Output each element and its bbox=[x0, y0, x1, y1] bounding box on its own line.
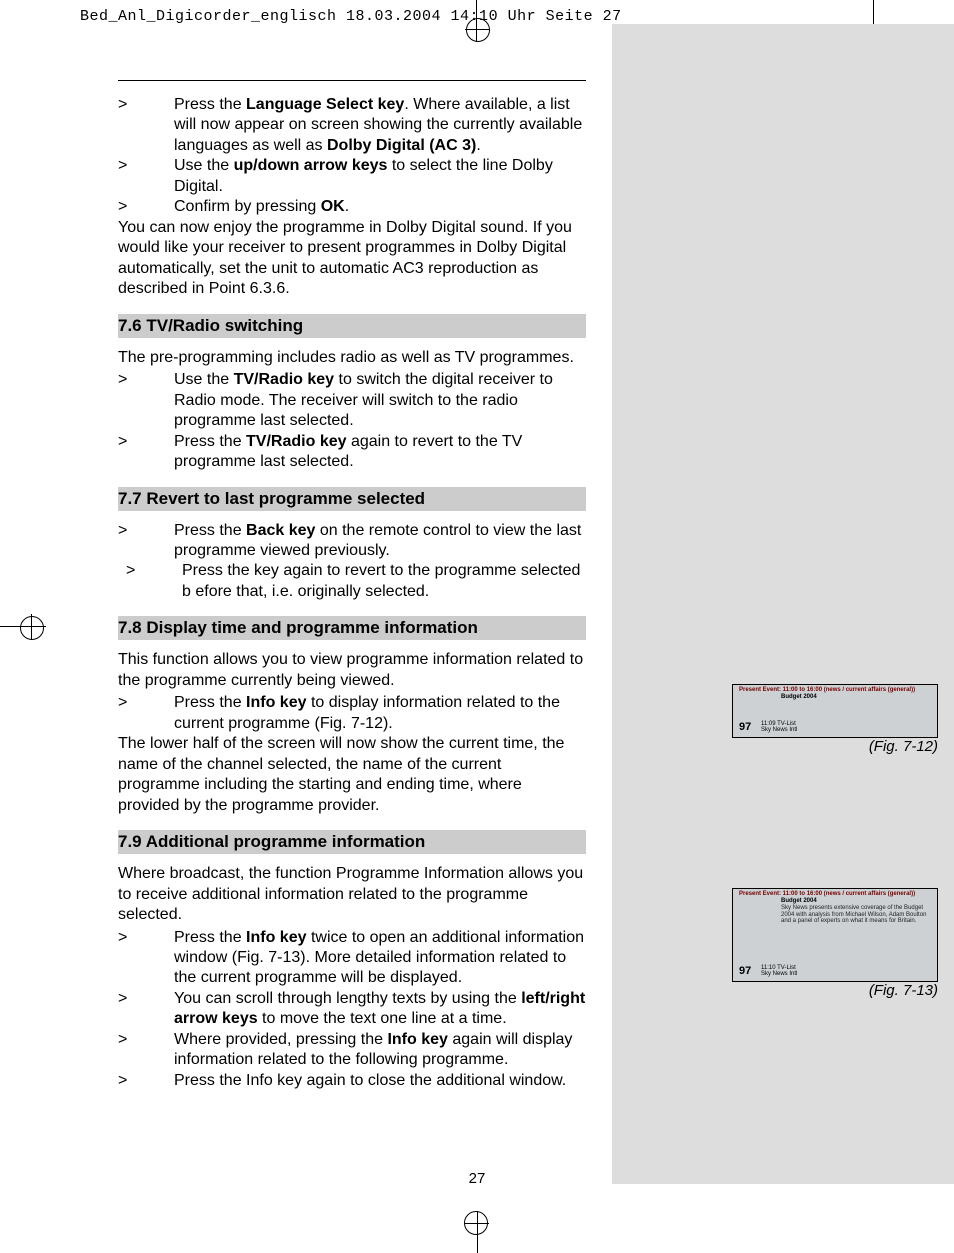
bullet-item: > Confirm by pressing OK. bbox=[118, 197, 586, 217]
figure-7-13: Present Event: 11:00 to 16:00 (news / cu… bbox=[732, 888, 938, 982]
bullet-item: > Use the up/down arrow keys to select t… bbox=[118, 156, 586, 197]
fig13-channel-number: 97 bbox=[739, 965, 751, 977]
section-heading-7-8: 7.8 Display time and programme informati… bbox=[118, 616, 586, 640]
bullet-item: > Press the key again to revert to the p… bbox=[118, 561, 586, 602]
bullet-marker-icon: > bbox=[118, 928, 174, 989]
bullet-marker-icon: > bbox=[118, 197, 174, 217]
paragraph: The pre-programming includes radio as we… bbox=[118, 348, 586, 368]
bullet-item: > Press the Info key twice to open an ad… bbox=[118, 928, 586, 989]
bullet-marker-icon: > bbox=[118, 156, 174, 197]
fig13-event-line: Present Event: 11:00 to 16:00 (news / cu… bbox=[739, 891, 915, 898]
print-header: Bed_Anl_Digicorder_englisch 18.03.2004 1… bbox=[80, 8, 622, 25]
section-heading-7-7: 7.7 Revert to last programme selected bbox=[118, 487, 586, 511]
bullet-marker-icon: > bbox=[118, 989, 174, 1030]
fig13-channel-info: 11:10 TV-ListSky News Intl bbox=[761, 965, 797, 977]
paragraph: Where broadcast, the function Programme … bbox=[118, 864, 586, 925]
bullet-item: > Press the Back key on the remote contr… bbox=[118, 521, 586, 562]
cut-line bbox=[873, 0, 874, 24]
bullet-item: > Press the TV/Radio key again to revert… bbox=[118, 432, 586, 473]
fig12-title: Budget 2004 bbox=[781, 694, 817, 701]
fig13-description: Sky News presents extensive coverage of … bbox=[781, 905, 931, 925]
main-content: > Press the Language Select key. Where a… bbox=[118, 80, 586, 1091]
paragraph: The lower half of the screen will now sh… bbox=[118, 734, 586, 816]
sidebar-column: Present Event: 11:00 to 16:00 (news / cu… bbox=[612, 24, 954, 1184]
fig12-event-line: Present Event: 11:00 to 16:00 (news / cu… bbox=[739, 687, 915, 694]
bullet-marker-icon: > bbox=[118, 521, 174, 562]
bullet-item: > Use the TV/Radio key to switch the dig… bbox=[118, 370, 586, 431]
crop-mark-bottom bbox=[462, 1205, 492, 1253]
fig12-channel-info: 11:09 TV-ListSky News Intl bbox=[761, 721, 797, 733]
bullet-item: > Press the Info key to display informat… bbox=[118, 693, 586, 734]
bullet-item: > Press the Info key again to close the … bbox=[118, 1071, 586, 1091]
fig13-title: Budget 2004 bbox=[781, 898, 817, 905]
page-number: 27 bbox=[0, 1170, 954, 1187]
fig12-channel-number: 97 bbox=[739, 721, 751, 733]
top-rule bbox=[118, 80, 586, 81]
figure-7-12: Present Event: 11:00 to 16:00 (news / cu… bbox=[732, 684, 938, 738]
section-heading-7-6: 7.6 TV/Radio switching bbox=[118, 314, 586, 338]
bullet-marker-icon: > bbox=[118, 432, 174, 473]
bullet-item: > Where provided, pressing the Info key … bbox=[118, 1030, 586, 1071]
bullet-item: > Press the Language Select key. Where a… bbox=[118, 95, 586, 156]
paragraph: This function allows you to view program… bbox=[118, 650, 586, 691]
paragraph: You can now enjoy the programme in Dolby… bbox=[118, 218, 586, 300]
bullet-item: > You can scroll through lengthy texts b… bbox=[118, 989, 586, 1030]
bullet-marker-icon: > bbox=[118, 370, 174, 431]
figure-7-13-caption: (Fig. 7-13) bbox=[869, 982, 938, 999]
bullet-marker-icon: > bbox=[118, 1071, 174, 1091]
crop-mark-top bbox=[462, 0, 492, 48]
crop-mark-left bbox=[0, 612, 54, 642]
section-heading-7-9: 7.9 Additional programme information bbox=[118, 830, 586, 854]
bullet-marker-icon: > bbox=[118, 1030, 174, 1071]
bullet-marker-icon: > bbox=[118, 95, 174, 156]
bullet-marker-icon: > bbox=[118, 693, 174, 734]
bullet-marker-icon: > bbox=[118, 561, 182, 602]
figure-7-12-caption: (Fig. 7-12) bbox=[869, 738, 938, 755]
